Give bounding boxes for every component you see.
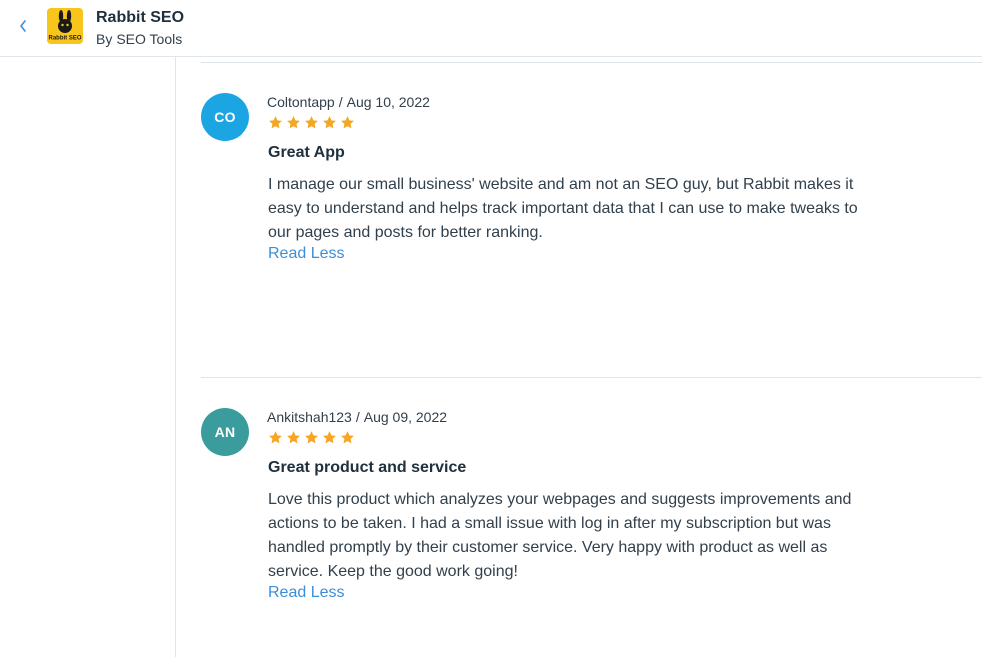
divider	[201, 62, 982, 63]
review-item: CO Coltontapp / Aug 10, 2022 Great App I m…	[201, 93, 901, 373]
left-sidebar	[0, 57, 176, 657]
star-icon	[269, 116, 282, 129]
developer-name[interactable]: SEO Tools	[116, 31, 182, 47]
star-icon	[305, 116, 318, 129]
app-header: Rabbit SEO Rabbit SEO By SEO Tools	[0, 0, 982, 57]
review-author: Coltontapp	[267, 94, 335, 110]
review-title: Great product and service	[268, 459, 467, 476]
meta-separator: /	[355, 409, 360, 425]
star-icon	[323, 431, 336, 444]
star-icon	[269, 431, 282, 444]
review-item: AN Ankitshah123/Aug 09, 2022 Great produ…	[201, 408, 901, 648]
star-icon	[287, 431, 300, 444]
avatar: AN	[201, 408, 249, 456]
review-author: Ankitshah123	[267, 409, 352, 425]
star-icon	[287, 116, 300, 129]
by-label: By	[96, 31, 113, 47]
star-icon	[341, 431, 354, 444]
back-button[interactable]	[14, 16, 32, 36]
chevron-left-icon	[20, 20, 26, 32]
app-logo: Rabbit SEO	[47, 8, 83, 44]
star-rating	[268, 430, 355, 445]
meta-separator: /	[338, 94, 343, 110]
svg-text:Rabbit SEO: Rabbit SEO	[48, 36, 81, 42]
app-developer: By SEO Tools	[96, 31, 182, 47]
review-title: Great App	[268, 144, 345, 161]
read-less-link[interactable]: Read Less	[268, 245, 345, 263]
review-date: Aug 10, 2022	[346, 94, 430, 110]
star-rating	[268, 115, 355, 130]
review-body: Love this product which analyzes your we…	[268, 491, 852, 580]
avatar: CO	[201, 93, 249, 141]
star-icon	[323, 116, 336, 129]
review-meta: Ankitshah123/Aug 09, 2022	[267, 409, 447, 425]
divider	[201, 377, 982, 378]
review-meta: Coltontapp / Aug 10, 2022	[267, 94, 430, 110]
app-name: Rabbit SEO	[96, 9, 185, 26]
read-less-link[interactable]: Read Less	[268, 584, 345, 602]
star-icon	[341, 116, 354, 129]
star-icon	[305, 431, 318, 444]
review-date: Aug 09, 2022	[363, 409, 448, 425]
review-body: I manage our small business' website and…	[268, 176, 858, 241]
